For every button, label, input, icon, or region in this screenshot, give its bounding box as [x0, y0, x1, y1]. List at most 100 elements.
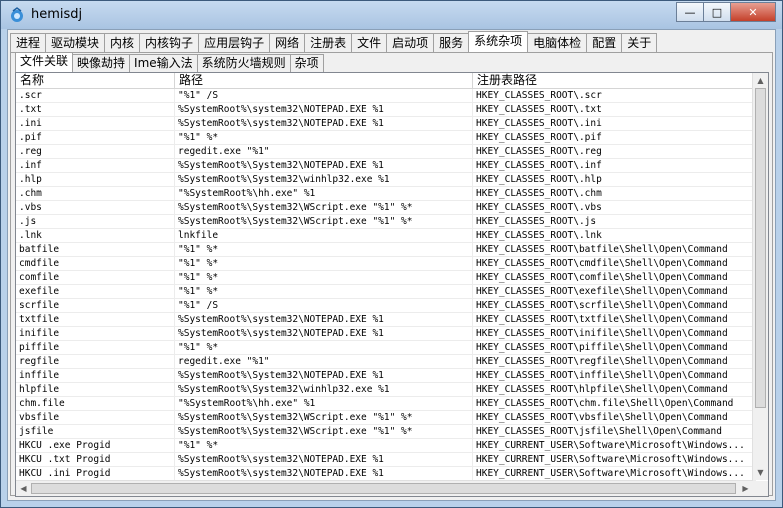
tab-4[interactable]: 应用层钩子	[198, 33, 271, 52]
subtab-0[interactable]: 文件关联	[15, 52, 74, 72]
subtab-3[interactable]: 系统防火墙规则	[196, 54, 291, 72]
table-cell: chm.file	[16, 397, 175, 410]
tab-0[interactable]: 进程	[10, 33, 47, 52]
table-row[interactable]: .hlp %SystemRoot%\System32\winhlp32.exe %…	[16, 173, 756, 187]
table-row[interactable]: chm.file "%SystemRoot%\hh.exe" %1 HKEY_CLA…	[16, 397, 756, 411]
table-cell: "%1" %*	[175, 243, 473, 256]
scroll-corner	[753, 481, 768, 496]
column-header-0[interactable]: 名称	[16, 73, 175, 88]
table-row[interactable]: .chm "%SystemRoot%\hh.exe" %1 HKEY_CLASSES…	[16, 187, 756, 201]
tab-10[interactable]: 系统杂项	[468, 31, 529, 52]
table-row[interactable]: HKCU .exe Progid "%1" %* HKEY_CURRENT_USER…	[16, 439, 756, 453]
table-row[interactable]: cmdfile "%1" %* HKEY_CLASSES_ROOT\cmdfile\…	[16, 257, 756, 271]
sub-tab-strip: 文件关联 映像劫持 Ime输入法 系统防火墙规则 杂项	[15, 52, 324, 73]
table-row[interactable]: regfile regedit.exe "%1" HKEY_CLASSES_ROOT…	[16, 355, 756, 369]
table-row[interactable]: .reg regedit.exe "%1" HKEY_CLASSES_ROOT\.r…	[16, 145, 756, 159]
horizontal-scrollbar[interactable]: ◀ ▶	[16, 480, 753, 496]
table-cell: .vbs	[16, 201, 175, 214]
list-header: 名称 路径 注册表路径	[16, 73, 756, 89]
table-cell: HKEY_CLASSES_ROOT\.inf	[473, 159, 756, 172]
table-row[interactable]: inffile %SystemRoot%\System32\NOTEPAD.EXE…	[16, 369, 756, 383]
scroll-right-icon[interactable]: ▶	[738, 481, 753, 496]
table-cell: %SystemRoot%\system32\NOTEPAD.EXE %1	[175, 117, 473, 130]
table-row[interactable]: .pif "%1" %* HKEY_CLASSES_ROOT\.pif	[16, 131, 756, 145]
table-cell: batfile	[16, 243, 175, 256]
table-cell: inifile	[16, 327, 175, 340]
table-row[interactable]: .txt %SystemRoot%\system32\NOTEPAD.EXE %1…	[16, 103, 756, 117]
column-header-1[interactable]: 路径	[175, 73, 473, 88]
table-row[interactable]: piffile "%1" %* HKEY_CLASSES_ROOT\piffile\…	[16, 341, 756, 355]
table-cell: %SystemRoot%\system32\NOTEPAD.EXE %1	[175, 103, 473, 116]
tab-8[interactable]: 启动项	[386, 33, 435, 52]
table-row[interactable]: vbsfile %SystemRoot%\System32\WScript.exe…	[16, 411, 756, 425]
table-cell: %SystemRoot%\system32\NOTEPAD.EXE %1	[175, 327, 473, 340]
table-cell: HKEY_CLASSES_ROOT\.vbs	[473, 201, 756, 214]
table-cell: "%1" %*	[175, 439, 473, 452]
table-cell: HKEY_CLASSES_ROOT\piffile\Shell\Open\Com…	[473, 341, 756, 354]
window-title: hemisdj	[31, 7, 83, 22]
table-cell: .inf	[16, 159, 175, 172]
tab-6[interactable]: 注册表	[304, 33, 353, 52]
subtab-2[interactable]: Ime输入法	[129, 54, 198, 72]
table-cell: "%1" %*	[175, 271, 473, 284]
table-row[interactable]: inifile %SystemRoot%\system32\NOTEPAD.EXE…	[16, 327, 756, 341]
tab-3[interactable]: 内核钩子	[139, 33, 200, 52]
table-cell: HKEY_CLASSES_ROOT\vbsfile\Shell\Open\Com…	[473, 411, 756, 424]
table-row[interactable]: scrfile "%1" /S HKEY_CLASSES_ROOT\scrfile\…	[16, 299, 756, 313]
vertical-scrollbar[interactable]: ▲ ▼	[752, 73, 768, 480]
horizontal-scroll-thumb[interactable]	[31, 483, 736, 494]
table-row[interactable]: HKCU .ini Progid %SystemRoot%\system32\NO…	[16, 467, 756, 481]
table-cell: HKEY_CLASSES_ROOT\scrfile\Shell\Open\Com…	[473, 299, 756, 312]
title-bar[interactable]: hemisdj — □ ✕	[1, 1, 782, 29]
table-row[interactable]: hlpfile %SystemRoot%\System32\winhlp32.ex…	[16, 383, 756, 397]
tab-2[interactable]: 内核	[104, 33, 141, 52]
column-header-2[interactable]: 注册表路径	[473, 73, 756, 88]
file-association-list[interactable]: 名称 路径 注册表路径 .scr "%1" /S HKEY_CLASSES_ROOT\.…	[15, 72, 769, 497]
table-cell: exefile	[16, 285, 175, 298]
table-row[interactable]: comfile "%1" %* HKEY_CLASSES_ROOT\comfile\…	[16, 271, 756, 285]
table-row[interactable]: exefile "%1" %* HKEY_CLASSES_ROOT\exefile\…	[16, 285, 756, 299]
tab-9[interactable]: 服务	[433, 33, 470, 52]
table-row[interactable]: .inf %SystemRoot%\System32\NOTEPAD.EXE %1…	[16, 159, 756, 173]
scroll-left-icon[interactable]: ◀	[16, 481, 31, 496]
tab-13[interactable]: 关于	[621, 33, 658, 52]
table-row[interactable]: .vbs %SystemRoot%\System32\WScript.exe "%…	[16, 201, 756, 215]
table-cell: piffile	[16, 341, 175, 354]
table-row[interactable]: .js %SystemRoot%\System32\WScript.exe "%1…	[16, 215, 756, 229]
table-cell: .chm	[16, 187, 175, 200]
table-cell: "%1" %*	[175, 131, 473, 144]
scroll-up-icon[interactable]: ▲	[753, 73, 768, 88]
table-cell: "%1" /S	[175, 299, 473, 312]
table-row[interactable]: batfile "%1" %* HKEY_CLASSES_ROOT\batfile\…	[16, 243, 756, 257]
table-cell: regfile	[16, 355, 175, 368]
table-row[interactable]: HKCU .txt Progid %SystemRoot%\system32\NO…	[16, 453, 756, 467]
minimize-button[interactable]: —	[676, 2, 704, 22]
table-row[interactable]: txtfile %SystemRoot%\system32\NOTEPAD.EXE…	[16, 313, 756, 327]
vertical-scroll-thumb[interactable]	[755, 88, 766, 408]
table-row[interactable]: jsfile %SystemRoot%\System32\WScript.exe …	[16, 425, 756, 439]
tab-5[interactable]: 网络	[269, 33, 306, 52]
table-row[interactable]: .scr "%1" /S HKEY_CLASSES_ROOT\.scr	[16, 89, 756, 103]
tab-12[interactable]: 配置	[586, 33, 623, 52]
table-row[interactable]: .lnk lnkfile HKEY_CLASSES_ROOT\.lnk	[16, 229, 756, 243]
tab-11[interactable]: 电脑体检	[527, 33, 588, 52]
table-cell: jsfile	[16, 425, 175, 438]
tab-1[interactable]: 驱动模块	[45, 33, 106, 52]
table-cell: lnkfile	[175, 229, 473, 242]
subtab-4[interactable]: 杂项	[289, 54, 324, 72]
table-cell: HKEY_CLASSES_ROOT\.chm	[473, 187, 756, 200]
app-icon	[11, 7, 23, 22]
close-button[interactable]: ✕	[730, 2, 776, 22]
subtab-1[interactable]: 映像劫持	[72, 54, 131, 72]
maximize-button[interactable]: □	[703, 2, 731, 22]
tab-7[interactable]: 文件	[351, 33, 388, 52]
table-cell: scrfile	[16, 299, 175, 312]
table-cell: "%SystemRoot%\hh.exe" %1	[175, 187, 473, 200]
table-row[interactable]: .ini %SystemRoot%\system32\NOTEPAD.EXE %1…	[16, 117, 756, 131]
table-cell: %SystemRoot%\system32\NOTEPAD.EXE %1	[175, 313, 473, 326]
list-rows: .scr "%1" /S HKEY_CLASSES_ROOT\.scr .txt %Sy…	[16, 89, 756, 495]
scroll-down-icon[interactable]: ▼	[753, 465, 768, 480]
table-cell: .scr	[16, 89, 175, 102]
table-cell: "%1" %*	[175, 285, 473, 298]
table-cell: HKEY_CLASSES_ROOT\.js	[473, 215, 756, 228]
